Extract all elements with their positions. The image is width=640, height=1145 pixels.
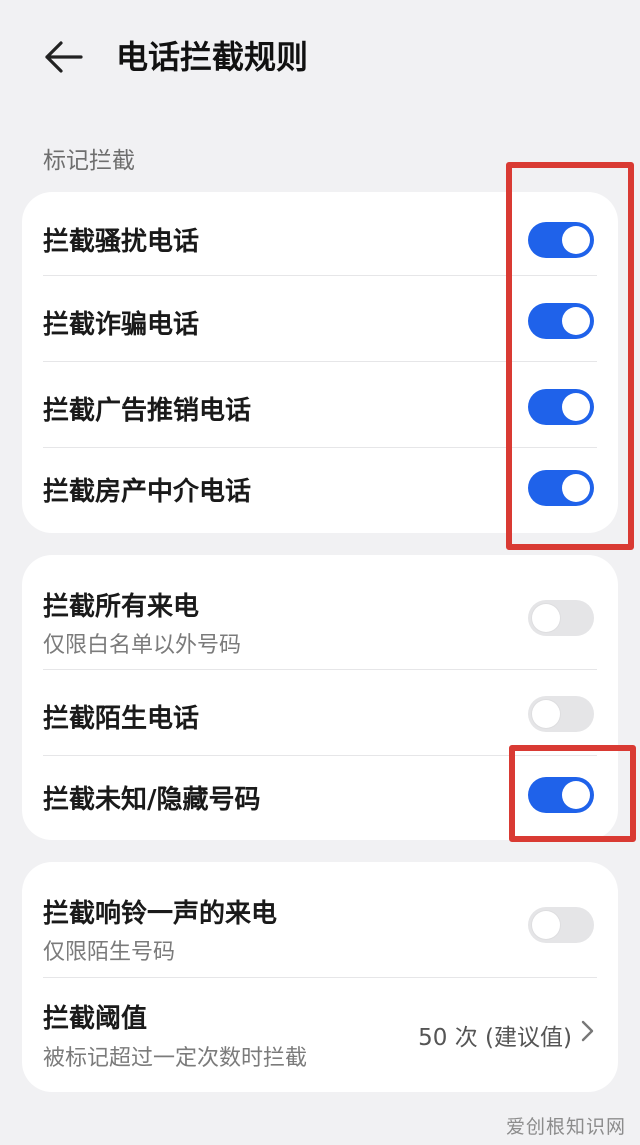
setting-title: 拦截所有来电 bbox=[43, 592, 200, 622]
annotation-highlight-box bbox=[506, 162, 634, 550]
toggle-knob bbox=[532, 700, 560, 728]
setting-subtitle: 被标记超过一定次数时拦截 bbox=[43, 1046, 308, 1071]
ring-block-card: 拦截响铃一声的来电 仅限陌生号码 拦截阈值 被标记超过一定次数时拦截 50 次 … bbox=[22, 862, 618, 1092]
page-title: 电话拦截规则 bbox=[116, 38, 309, 76]
screen: 电话拦截规则 标记拦截 拦截骚扰电话 拦截诈骗电话 拦截广告推销电话 拦截房产中… bbox=[0, 0, 640, 1145]
chevron-right-icon bbox=[581, 1020, 594, 1042]
setting-title: 拦截陌生电话 bbox=[43, 704, 200, 734]
threshold-value: 50 次 (建议值) bbox=[418, 1025, 572, 1051]
setting-subtitle: 仅限陌生号码 bbox=[43, 940, 176, 965]
app-header: 电话拦截规则 bbox=[0, 0, 640, 115]
toggle-knob bbox=[532, 604, 560, 632]
back-button[interactable] bbox=[40, 34, 86, 80]
arrow-left-icon bbox=[45, 41, 83, 73]
setting-title: 拦截房产中介电话 bbox=[43, 477, 252, 507]
toggle-switch-block-all-calls[interactable] bbox=[528, 600, 594, 636]
setting-row-block-strangers[interactable]: 拦截陌生电话 bbox=[22, 670, 618, 756]
setting-title: 拦截阈值 bbox=[43, 1004, 148, 1034]
setting-subtitle: 仅限白名单以外号码 bbox=[43, 633, 242, 658]
toggle-switch-block-strangers[interactable] bbox=[528, 696, 594, 732]
setting-title: 拦截响铃一声的来电 bbox=[43, 899, 278, 929]
toggle-knob bbox=[532, 911, 560, 939]
setting-title: 拦截广告推销电话 bbox=[43, 396, 252, 426]
setting-row-block-threshold[interactable]: 拦截阈值 被标记超过一定次数时拦截 50 次 (建议值) bbox=[22, 978, 618, 1092]
section-label-marked: 标记拦截 bbox=[43, 148, 135, 174]
setting-row-block-all-calls[interactable]: 拦截所有来电 仅限白名单以外号码 bbox=[22, 555, 618, 670]
toggle-switch-block-one-ring[interactable] bbox=[528, 907, 594, 943]
annotation-highlight-box bbox=[509, 745, 636, 842]
setting-title: 拦截诈骗电话 bbox=[43, 310, 200, 340]
setting-row-block-one-ring[interactable]: 拦截响铃一声的来电 仅限陌生号码 bbox=[22, 862, 618, 978]
setting-title: 拦截骚扰电话 bbox=[43, 227, 200, 257]
setting-title: 拦截未知/隐藏号码 bbox=[43, 785, 261, 815]
watermark: 爱创根知识网 bbox=[505, 1116, 626, 1138]
